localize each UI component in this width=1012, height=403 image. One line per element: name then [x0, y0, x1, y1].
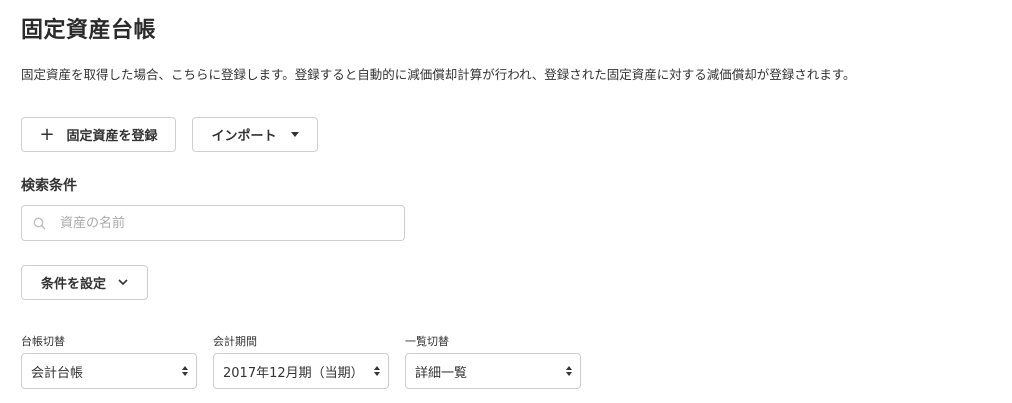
register-asset-button[interactable]: + 固定資産を登録 — [21, 117, 176, 152]
fiscal-period-label: 会計期間 — [213, 335, 257, 348]
select-arrows-icon — [566, 366, 572, 376]
set-conditions-label: 条件を設定 — [40, 277, 106, 292]
chevron-down-icon — [118, 279, 128, 286]
ledger-switch-select[interactable]: 会計台帳 — [21, 353, 197, 389]
search-box — [21, 205, 405, 241]
fiscal-period-select[interactable]: 2017年12月期（当期） — [213, 353, 389, 389]
page-description: 固定資産を取得した場合、こちらに登録します。登録すると自動的に減価償却計算が行わ… — [21, 67, 856, 82]
set-conditions-button[interactable]: 条件を設定 — [21, 265, 148, 300]
import-dropdown-button[interactable]: インポート — [192, 117, 318, 152]
list-view-label: 一覧切替 — [405, 335, 449, 348]
select-arrows-icon — [374, 366, 380, 376]
caret-down-icon — [290, 132, 299, 137]
ledger-switch-value: 会計台帳 — [31, 365, 84, 381]
search-icon — [33, 217, 46, 230]
import-label: インポート — [211, 129, 277, 144]
search-input[interactable] — [58, 214, 382, 232]
plus-icon: + — [39, 123, 55, 145]
ledger-switch-label: 台帳切替 — [21, 335, 65, 348]
fiscal-period-value: 2017年12月期（当期） — [223, 365, 364, 381]
register-asset-label: 固定資産を登録 — [66, 129, 158, 144]
select-arrows-icon — [182, 366, 188, 376]
search-conditions-heading: 検索条件 — [21, 178, 77, 194]
page-title: 固定資産台帳 — [21, 18, 157, 43]
list-view-value: 詳細一覧 — [415, 365, 468, 381]
list-view-select[interactable]: 詳細一覧 — [405, 353, 581, 389]
